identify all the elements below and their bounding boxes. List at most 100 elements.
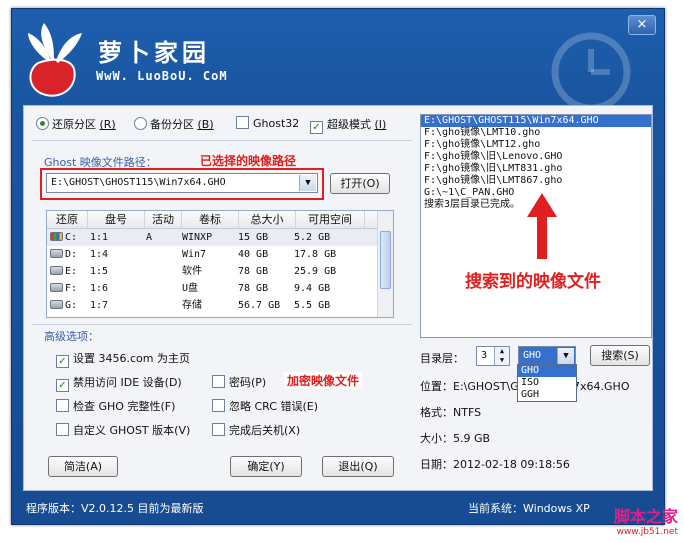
type-dropdown-list[interactable]: GHO ISO GGH: [517, 364, 577, 402]
image-path-combo[interactable]: E:\GHOST\GHOST115\Win7x64.GHO ▼: [46, 173, 318, 193]
table-cell-drive: F:: [47, 280, 87, 297]
drive-icon: [50, 283, 63, 292]
exit-button[interactable]: 退出(Q): [322, 456, 394, 477]
table-cell-active: [143, 297, 179, 314]
disable-ide-label: 禁用访问 IDE 设备(D): [73, 376, 182, 389]
restore-key: (R): [99, 118, 116, 131]
col-active[interactable]: 活动: [145, 211, 182, 228]
main-panel: 还原分区 (R) 备份分区 (B) Ghost32 ✓ 超级模式 (I) Ghos…: [23, 105, 653, 491]
disable-ide-checkbox[interactable]: ✓ 禁用访问 IDE 设备(D): [56, 374, 182, 392]
drive-icon: [50, 266, 63, 275]
radio-dot: [36, 117, 49, 130]
open-button[interactable]: 打开(O): [330, 173, 390, 194]
custom-ghost-label: 自定义 GHOST 版本(V): [73, 424, 191, 437]
divider: [32, 140, 412, 141]
status-bar: 程序版本：V2.0.12.5 目前为最新版 当前系统：Windows XP: [12, 488, 664, 524]
dropdown-option[interactable]: ISO: [518, 377, 576, 389]
clock-icon: [551, 32, 631, 112]
table-row[interactable]: G: 1:7 存储 56.7 GB 5.5 GB: [47, 297, 393, 314]
shutdown-checkbox[interactable]: 完成后关机(X): [212, 422, 300, 438]
table-header: 还原 盘号 活动 卷标 总大小 可用空间: [47, 211, 393, 229]
table-scrollbar[interactable]: [377, 211, 393, 317]
location-tail: 7x64.GHO: [573, 380, 630, 393]
table-cell-drive: C:: [47, 229, 87, 246]
drive-letter: D:: [65, 249, 78, 260]
table-cell-disk: 1:1: [90, 232, 109, 243]
partition-table[interactable]: 还原 盘号 活动 卷标 总大小 可用空间 C: 1:1 A WINXP 15 G…: [46, 210, 394, 318]
drive-letter: F:: [65, 283, 78, 294]
table-cell-free: 17.8 GB: [294, 249, 337, 260]
search-results-list[interactable]: E:\GHOST\GHOST115\Win7x64.GHO F:\gho镜像\L…: [420, 114, 652, 338]
radio-dot: [134, 117, 147, 130]
radish-logo-icon: [28, 23, 82, 97]
main-window: × 萝卜家园 WwW. LuoBoU. CoM 还原分区 (R) 备份分区 (B…: [11, 8, 665, 525]
table-cell-label: WINXP: [182, 232, 213, 243]
chevron-down-icon[interactable]: ▼: [557, 348, 574, 364]
advanced-title: 高级选项：: [44, 330, 99, 343]
table-cell-drive: G:: [47, 297, 87, 314]
list-item[interactable]: F:\gho镜像\旧\Lenovo.GHO: [421, 151, 651, 163]
col-free[interactable]: 可用空间: [296, 211, 365, 228]
table-cell-total: 15 GB: [238, 232, 269, 243]
table-cell-active: [143, 246, 179, 263]
type-combo[interactable]: GHO ▼: [518, 346, 576, 366]
list-item[interactable]: F:\gho镜像\旧\LMT867.gho: [421, 175, 651, 187]
list-item[interactable]: F:\gho镜像\LMT12.gho: [421, 139, 651, 151]
watermark-name: 脚本之家: [613, 507, 678, 526]
col-label[interactable]: 卷标: [182, 211, 239, 228]
table-cell-free: 5.5 GB: [294, 300, 331, 311]
backup-radio[interactable]: 备份分区 (B): [134, 116, 214, 132]
spinner-arrows-icon[interactable]: ▲ ▼: [494, 347, 509, 365]
table-row[interactable]: D: 1:4 Win7 40 GB 17.8 GB: [47, 246, 393, 263]
location-label: 位置：E:\GHOST\GH: [420, 380, 528, 393]
watermark: 脚本之家 www.jb51.net: [614, 503, 678, 537]
search-button[interactable]: 搜索(S): [590, 345, 650, 366]
dropdown-option[interactable]: GHO: [518, 365, 576, 377]
ok-button[interactable]: 确定(Y): [230, 456, 302, 477]
list-item[interactable]: E:\GHOST\GHOST115\Win7x64.GHO: [421, 115, 651, 127]
table-cell-active: A: [146, 232, 153, 243]
selected-path-note: 已选择的映像路径: [200, 154, 297, 168]
col-total[interactable]: 总大小: [239, 211, 296, 228]
table-cell-disk: 1:5: [90, 266, 109, 277]
homepage-checkbox[interactable]: ✓ 设置 3456.com 为主页: [56, 350, 190, 368]
table-cell-active: [143, 263, 179, 280]
list-item[interactable]: F:\gho镜像\旧\LMT831.gho: [421, 163, 651, 175]
restore-radio[interactable]: 还原分区 (R): [36, 116, 116, 132]
backup-label: 备份分区: [150, 118, 194, 131]
custom-ghost-checkbox[interactable]: 自定义 GHOST 版本(V): [56, 422, 190, 438]
app-url: WwW. LuoBoU. CoM: [96, 69, 228, 83]
homepage-label: 设置 3456.com 为主页: [73, 352, 190, 365]
check-gho-checkbox[interactable]: 检查 GHO 完整性(F): [56, 398, 175, 414]
ghost32-checkbox[interactable]: Ghost32: [236, 116, 299, 130]
list-item[interactable]: F:\gho镜像\LMT10.gho: [421, 127, 651, 139]
dropdown-option[interactable]: GGH: [518, 389, 576, 401]
col-disk[interactable]: 盘号: [88, 211, 145, 228]
table-row[interactable]: C: 1:1 A WINXP 15 GB 5.2 GB: [47, 229, 393, 246]
table-cell-label: U盘: [182, 283, 199, 294]
super-mode-label: 超级模式: [327, 118, 371, 131]
table-row[interactable]: E: 1:5 软件 78 GB 25.9 GB: [47, 263, 393, 280]
level-value: 3: [481, 350, 488, 361]
image-path-value: E:\GHOST\GHOST115\Win7x64.GHO: [51, 177, 226, 188]
drive-icon: [50, 300, 63, 309]
table-cell-active: [143, 280, 179, 297]
encrypt-note: 加密映像文件: [284, 372, 363, 389]
version-text: 程序版本：V2.0.12.5 目前为最新版: [26, 502, 204, 515]
col-restore[interactable]: 还原: [47, 211, 88, 228]
check-gho-label: 检查 GHO 完整性(F): [73, 400, 176, 413]
password-checkbox[interactable]: 密码(P): [212, 374, 266, 390]
super-mode-checkbox[interactable]: ✓ 超级模式 (I): [310, 116, 386, 134]
ignore-crc-checkbox[interactable]: 忽略 CRC 错误(E): [212, 398, 318, 414]
table-cell-free: 9.4 GB: [294, 283, 331, 294]
checkbox-box: [56, 423, 69, 436]
scrollbar-thumb[interactable]: [380, 231, 391, 289]
table-cell-free: 25.9 GB: [294, 266, 337, 277]
date-text: 日期：2012-02-18 09:18:56: [420, 458, 570, 471]
table-row[interactable]: F: 1:6 U盘 78 GB 9.4 GB: [47, 280, 393, 297]
simple-button[interactable]: 简洁(A): [48, 456, 118, 477]
restore-label: 还原分区: [52, 118, 96, 131]
level-spinner[interactable]: 3 ▲ ▼: [476, 346, 510, 366]
ignore-crc-label: 忽略 CRC 错误(E): [229, 400, 318, 413]
chevron-down-icon[interactable]: ▼: [299, 175, 316, 191]
